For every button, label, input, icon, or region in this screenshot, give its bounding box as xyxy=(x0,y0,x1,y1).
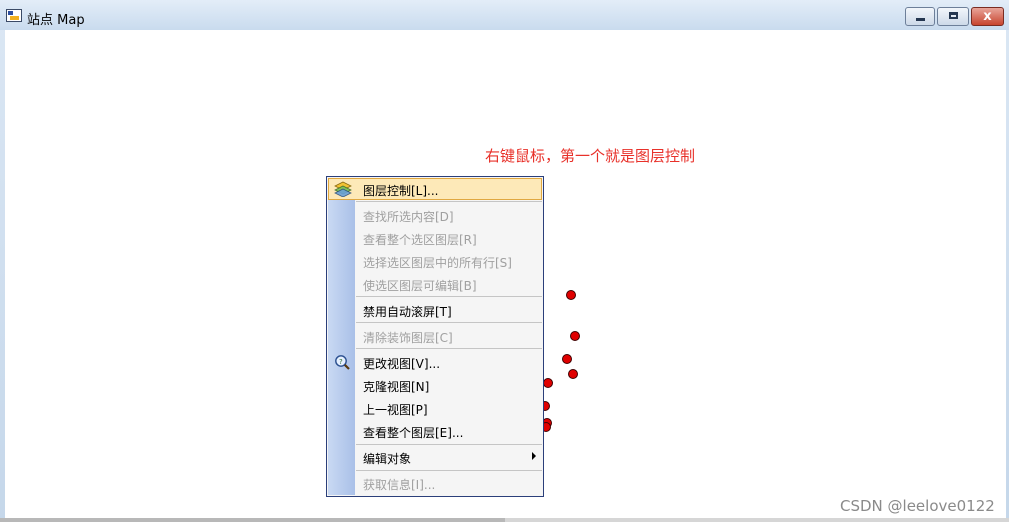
map-window: 站点 Map x 右键鼠标，第一个就是图层控制 图层控制[L]... 查找所选内… xyxy=(0,0,1009,522)
menu-item-view-selection-layer[interactable]: 查看整个选区图层[R] xyxy=(328,227,542,249)
menu-item-change-view[interactable]: ? 更改视图[V]... xyxy=(328,351,542,373)
menu-item-label: 克隆视图[N] xyxy=(363,380,430,394)
map-point[interactable] xyxy=(562,354,572,364)
menu-item-label: 使选区图层可编辑[B] xyxy=(363,279,477,293)
menu-item-get-info[interactable]: 获取信息[I]... xyxy=(328,472,542,494)
menu-item-label: 编辑对象 xyxy=(363,452,412,466)
scrollbar-thumb[interactable] xyxy=(0,518,505,522)
menu-item-layer-control[interactable]: 图层控制[L]... xyxy=(328,178,542,200)
menu-separator xyxy=(356,348,542,349)
menu-item-label: 清除装饰图层[C] xyxy=(363,331,453,345)
menu-item-label: 查看整个图层[E]... xyxy=(363,426,464,440)
map-point[interactable] xyxy=(570,331,580,341)
map-point[interactable] xyxy=(568,369,578,379)
close-icon: x xyxy=(983,9,992,24)
menu-item-label: 获取信息[I]... xyxy=(363,478,436,492)
magnifier-icon: ? xyxy=(335,355,350,370)
layers-icon xyxy=(334,181,352,197)
watermark: CSDN @leelove0122 xyxy=(840,497,995,515)
menu-item-select-all-rows[interactable]: 选择选区图层中的所有行[S] xyxy=(328,250,542,272)
menu-item-label: 上一视图[P] xyxy=(363,403,428,417)
menu-item-edit-objects[interactable]: 编辑对象 xyxy=(328,446,542,468)
title-bar[interactable]: 站点 Map x xyxy=(0,0,1009,30)
svg-text:?: ? xyxy=(339,358,343,366)
menu-item-label: 查看整个选区图层[R] xyxy=(363,233,477,247)
menu-separator xyxy=(356,201,542,202)
app-icon xyxy=(6,9,22,22)
menu-item-view-entire-layer[interactable]: 查看整个图层[E]... xyxy=(328,420,542,442)
annotation-text: 右键鼠标，第一个就是图层控制 xyxy=(485,147,696,165)
minimize-button[interactable] xyxy=(905,7,935,26)
close-button[interactable]: x xyxy=(971,7,1004,26)
maximize-icon xyxy=(949,12,958,19)
menu-item-previous-view[interactable]: 上一视图[P] xyxy=(328,397,542,419)
menu-separator xyxy=(356,322,542,323)
submenu-arrow-icon xyxy=(532,452,536,460)
menu-item-clone-view[interactable]: 克隆视图[N] xyxy=(328,374,542,396)
map-point[interactable] xyxy=(543,378,553,388)
menu-separator xyxy=(356,296,542,297)
menu-item-label: 选择选区图层中的所有行[S] xyxy=(363,256,512,270)
menu-item-clear-cosmetic-layer[interactable]: 清除装饰图层[C] xyxy=(328,325,542,347)
menu-item-disable-autoscroll[interactable]: 禁用自动滚屏[T] xyxy=(328,299,542,321)
window-title: 站点 Map xyxy=(27,13,85,28)
menu-item-label: 禁用自动滚屏[T] xyxy=(363,305,452,319)
menu-item-find-selection[interactable]: 查找所选内容[D] xyxy=(328,204,542,226)
map-point[interactable] xyxy=(566,290,576,300)
menu-item-make-editable[interactable]: 使选区图层可编辑[B] xyxy=(328,273,542,295)
menu-item-label: 更改视图[V]... xyxy=(363,357,441,371)
context-menu: 图层控制[L]... 查找所选内容[D] 查看整个选区图层[R] 选择选区图层中… xyxy=(326,176,544,497)
minimize-icon xyxy=(916,18,925,21)
menu-item-label: 查找所选内容[D] xyxy=(363,210,454,224)
maximize-button[interactable] xyxy=(937,7,969,26)
menu-separator xyxy=(356,444,542,445)
menu-separator xyxy=(356,470,542,471)
menu-item-label: 图层控制[L]... xyxy=(363,184,439,198)
